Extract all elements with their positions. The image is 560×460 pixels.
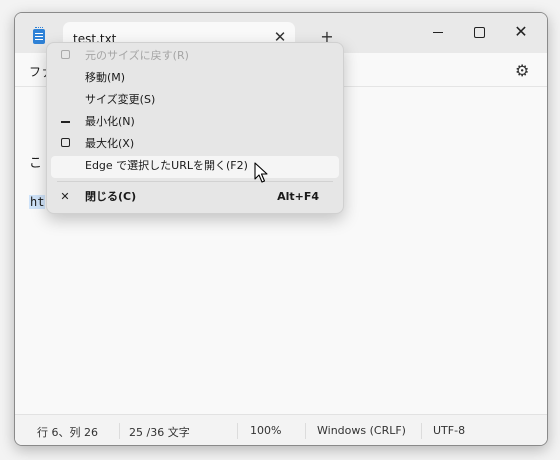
- status-divider: [237, 423, 238, 439]
- minimize-icon: [433, 32, 443, 33]
- menu-item-label: 最小化(N): [85, 115, 135, 128]
- editor-selected-text: ht: [29, 195, 46, 209]
- menu-item-close[interactable]: ✕ 閉じる(C) Alt+F4: [51, 187, 339, 209]
- status-char-count: 25 /36 文字: [129, 426, 190, 439]
- status-divider: [421, 423, 422, 439]
- minimize-icon: [59, 115, 71, 129]
- editor-line: こ: [29, 156, 43, 171]
- notepad-app-icon[interactable]: [33, 27, 45, 44]
- status-bar: 行 6、列 26 25 /36 文字 100% Windows (CRLF) U…: [15, 414, 547, 445]
- gear-icon[interactable]: ⚙: [515, 61, 529, 80]
- close-button[interactable]: ✕: [503, 19, 539, 47]
- status-line-ending: Windows (CRLF): [317, 424, 406, 437]
- menu-item-label: サイズ変更(S): [85, 93, 156, 106]
- menu-item-resize[interactable]: サイズ変更(S): [51, 90, 339, 112]
- menu-item-label: 移動(M): [85, 71, 126, 84]
- close-icon: ✕: [60, 190, 70, 203]
- menu-item-minimize[interactable]: 最小化(N): [51, 112, 339, 134]
- minimize-button[interactable]: [420, 19, 456, 47]
- menu-item-move[interactable]: 移動(M): [51, 68, 339, 90]
- status-position: 行 6、列 26: [37, 426, 98, 439]
- system-context-menu: 元のサイズに戻す(R) 移動(M) サイズ変更(S) 最小化(N) 最大化(X)…: [46, 42, 344, 214]
- menu-item-open-url-in-edge[interactable]: Edge で選択したURLを開く(F2): [51, 156, 339, 178]
- status-divider: [119, 423, 120, 439]
- menu-separator: [57, 181, 333, 182]
- menu-item-restore: 元のサイズに戻す(R): [51, 46, 339, 68]
- status-divider: [305, 423, 306, 439]
- restore-icon: [59, 49, 71, 63]
- menu-item-label: Edge で選択したURLを開く(F2): [85, 159, 248, 172]
- maximize-button[interactable]: [461, 19, 497, 47]
- menu-item-label: 元のサイズに戻す(R): [85, 49, 189, 62]
- menu-item-label: 最大化(X): [85, 137, 135, 150]
- maximize-icon: [473, 27, 485, 38]
- maximize-icon: [59, 137, 71, 151]
- menu-item-label: 閉じる(C): [85, 190, 137, 203]
- menu-item-shortcut: Alt+F4: [277, 190, 319, 203]
- mouse-cursor-icon: [254, 162, 268, 183]
- status-zoom[interactable]: 100%: [250, 424, 281, 437]
- menu-item-maximize[interactable]: 最大化(X): [51, 134, 339, 156]
- status-encoding: UTF-8: [433, 424, 466, 437]
